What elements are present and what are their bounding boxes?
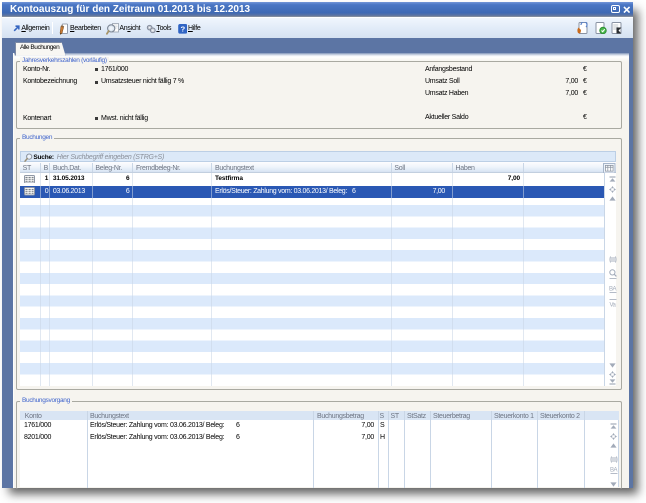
svg-text:BA: BA: [609, 286, 617, 292]
svg-text:Va: Va: [609, 302, 616, 307]
svg-text:?: ?: [180, 24, 185, 33]
svg-text:BA: BA: [610, 467, 618, 473]
